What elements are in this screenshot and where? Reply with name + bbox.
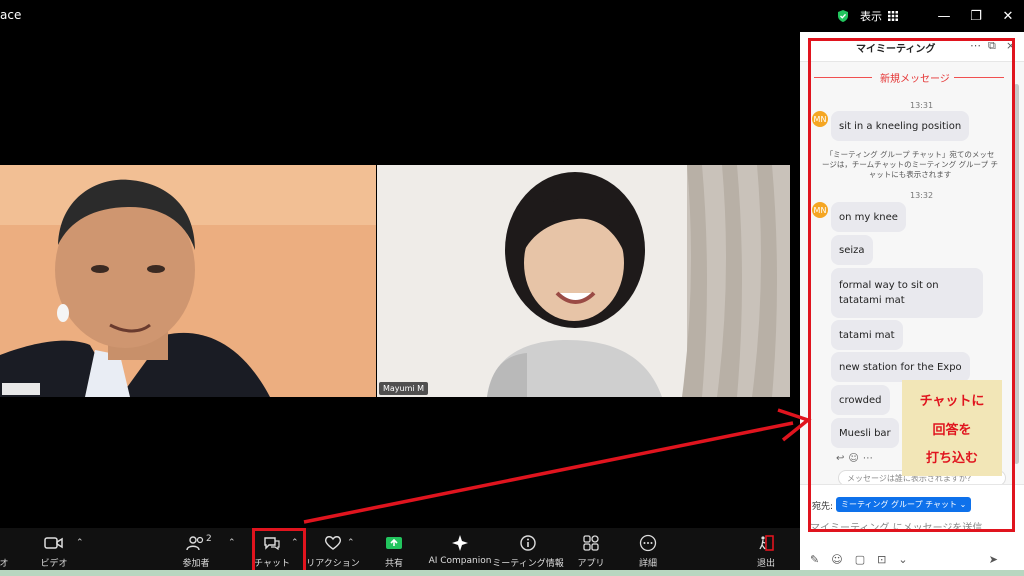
zoom-window: ace 表示 — ❐ ✕ Mayumi M オ ビデオ ⌃ 参加者 2 ⌃ チャ… [0, 0, 1024, 576]
taskbar-strip [0, 570, 1024, 576]
annotation-arrow [303, 408, 812, 524]
